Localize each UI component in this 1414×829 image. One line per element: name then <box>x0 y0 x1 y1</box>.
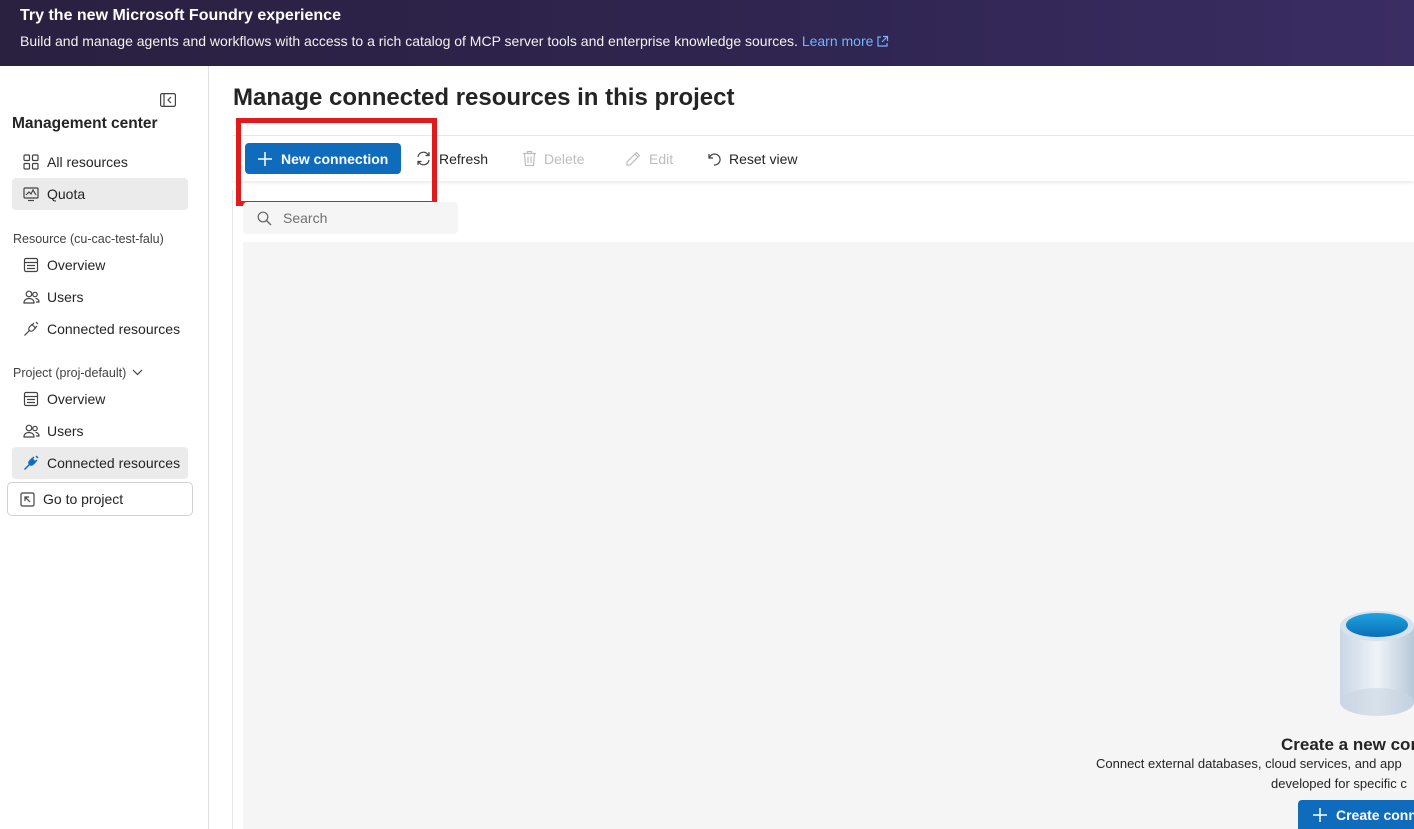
grid-icon <box>22 153 40 171</box>
project-section-label[interactable]: Project (proj-default) <box>13 366 143 380</box>
reset-view-button[interactable]: Reset view <box>706 143 797 174</box>
plus-icon <box>257 151 273 167</box>
promo-banner: Try the new Microsoft Foundry experience… <box>0 0 1414 66</box>
refresh-button[interactable]: Refresh <box>415 143 488 174</box>
edit-button[interactable]: Edit <box>625 143 673 174</box>
sidebar-item-project-users[interactable]: Users <box>12 415 188 447</box>
refresh-label: Refresh <box>439 150 489 167</box>
sidebar-item-quota[interactable]: Quota <box>12 178 188 210</box>
chevron-down-icon <box>132 369 143 376</box>
collapse-icon <box>160 93 177 108</box>
overview-icon <box>22 256 40 274</box>
sidebar-item-label: Overview <box>47 391 106 407</box>
create-connection-button[interactable]: Create conn <box>1298 800 1414 829</box>
sidebar-item-project-overview[interactable]: Overview <box>12 383 188 415</box>
sidebar-item-label: All resources <box>47 154 128 170</box>
go-to-project-button[interactable]: Go to project <box>7 482 193 516</box>
reset-view-label: Reset view <box>729 150 798 167</box>
new-connection-button[interactable]: New connection <box>245 143 402 174</box>
sidebar-item-all-resources[interactable]: All resources <box>12 146 188 178</box>
sidebar-item-label: Connected resources <box>47 455 181 471</box>
people-icon <box>22 422 40 440</box>
sidebar-item-project-connected-resources[interactable]: Connected resources <box>12 447 188 479</box>
sidebar-item-label: Users <box>47 423 84 439</box>
sidebar-item-label: Connected resources <box>47 321 181 337</box>
content-divider <box>232 190 233 829</box>
empty-state-title: Create a new cor <box>1281 735 1414 754</box>
search-input[interactable] <box>283 210 443 226</box>
sidebar-item-resource-users[interactable]: Users <box>12 281 188 313</box>
learn-more-link[interactable]: Learn more <box>802 33 890 49</box>
gauge-icon <box>22 185 40 203</box>
banner-description: Build and manage agents and workflows wi… <box>20 33 889 49</box>
search-box[interactable] <box>243 202 458 234</box>
empty-state-description-line1: Connect external databases, cloud servic… <box>1096 756 1402 771</box>
search-icon <box>257 211 272 226</box>
edit-label: Edit <box>649 150 674 167</box>
overview-icon <box>22 390 40 408</box>
external-link-icon <box>877 35 889 47</box>
resource-section-label: Resource (cu-cac-test-falu) <box>13 232 164 246</box>
arrow-up-left-icon <box>20 491 35 507</box>
plug-icon <box>22 454 40 472</box>
sidebar-item-resource-overview[interactable]: Overview <box>12 249 188 281</box>
refresh-icon <box>415 150 432 167</box>
plug-icon <box>22 320 40 338</box>
new-connection-label: New connection <box>281 150 389 167</box>
page-title: Manage connected resources in this proje… <box>233 84 735 111</box>
undo-icon <box>706 151 722 167</box>
trash-icon <box>522 150 537 167</box>
sidebar: Management center All resources Quota Re… <box>0 66 209 829</box>
collapse-sidebar-button[interactable] <box>160 93 177 108</box>
create-connection-label: Create conn <box>1336 806 1414 823</box>
sidebar-item-label: Overview <box>47 257 106 273</box>
people-icon <box>22 288 40 306</box>
delete-label: Delete <box>544 150 585 167</box>
delete-button[interactable]: Delete <box>522 143 584 174</box>
go-to-project-label: Go to project <box>43 491 124 507</box>
connections-list-area <box>243 242 1414 829</box>
sidebar-item-resource-connected-resources[interactable]: Connected resources <box>12 313 188 345</box>
banner-title: Try the new Microsoft Foundry experience <box>20 7 341 24</box>
banner-description-text: Build and manage agents and workflows wi… <box>20 33 798 49</box>
toolbar: New connection Refresh Delete Edit Reset… <box>233 135 1414 181</box>
empty-state-description-line2: developed for specific c <box>1271 776 1407 791</box>
database-icon <box>1340 610 1414 725</box>
sidebar-item-label: Quota <box>47 186 86 202</box>
sidebar-item-label: Users <box>47 289 84 305</box>
pencil-icon <box>625 150 642 167</box>
sidebar-title: Management center <box>12 115 158 132</box>
plus-icon <box>1312 807 1328 823</box>
